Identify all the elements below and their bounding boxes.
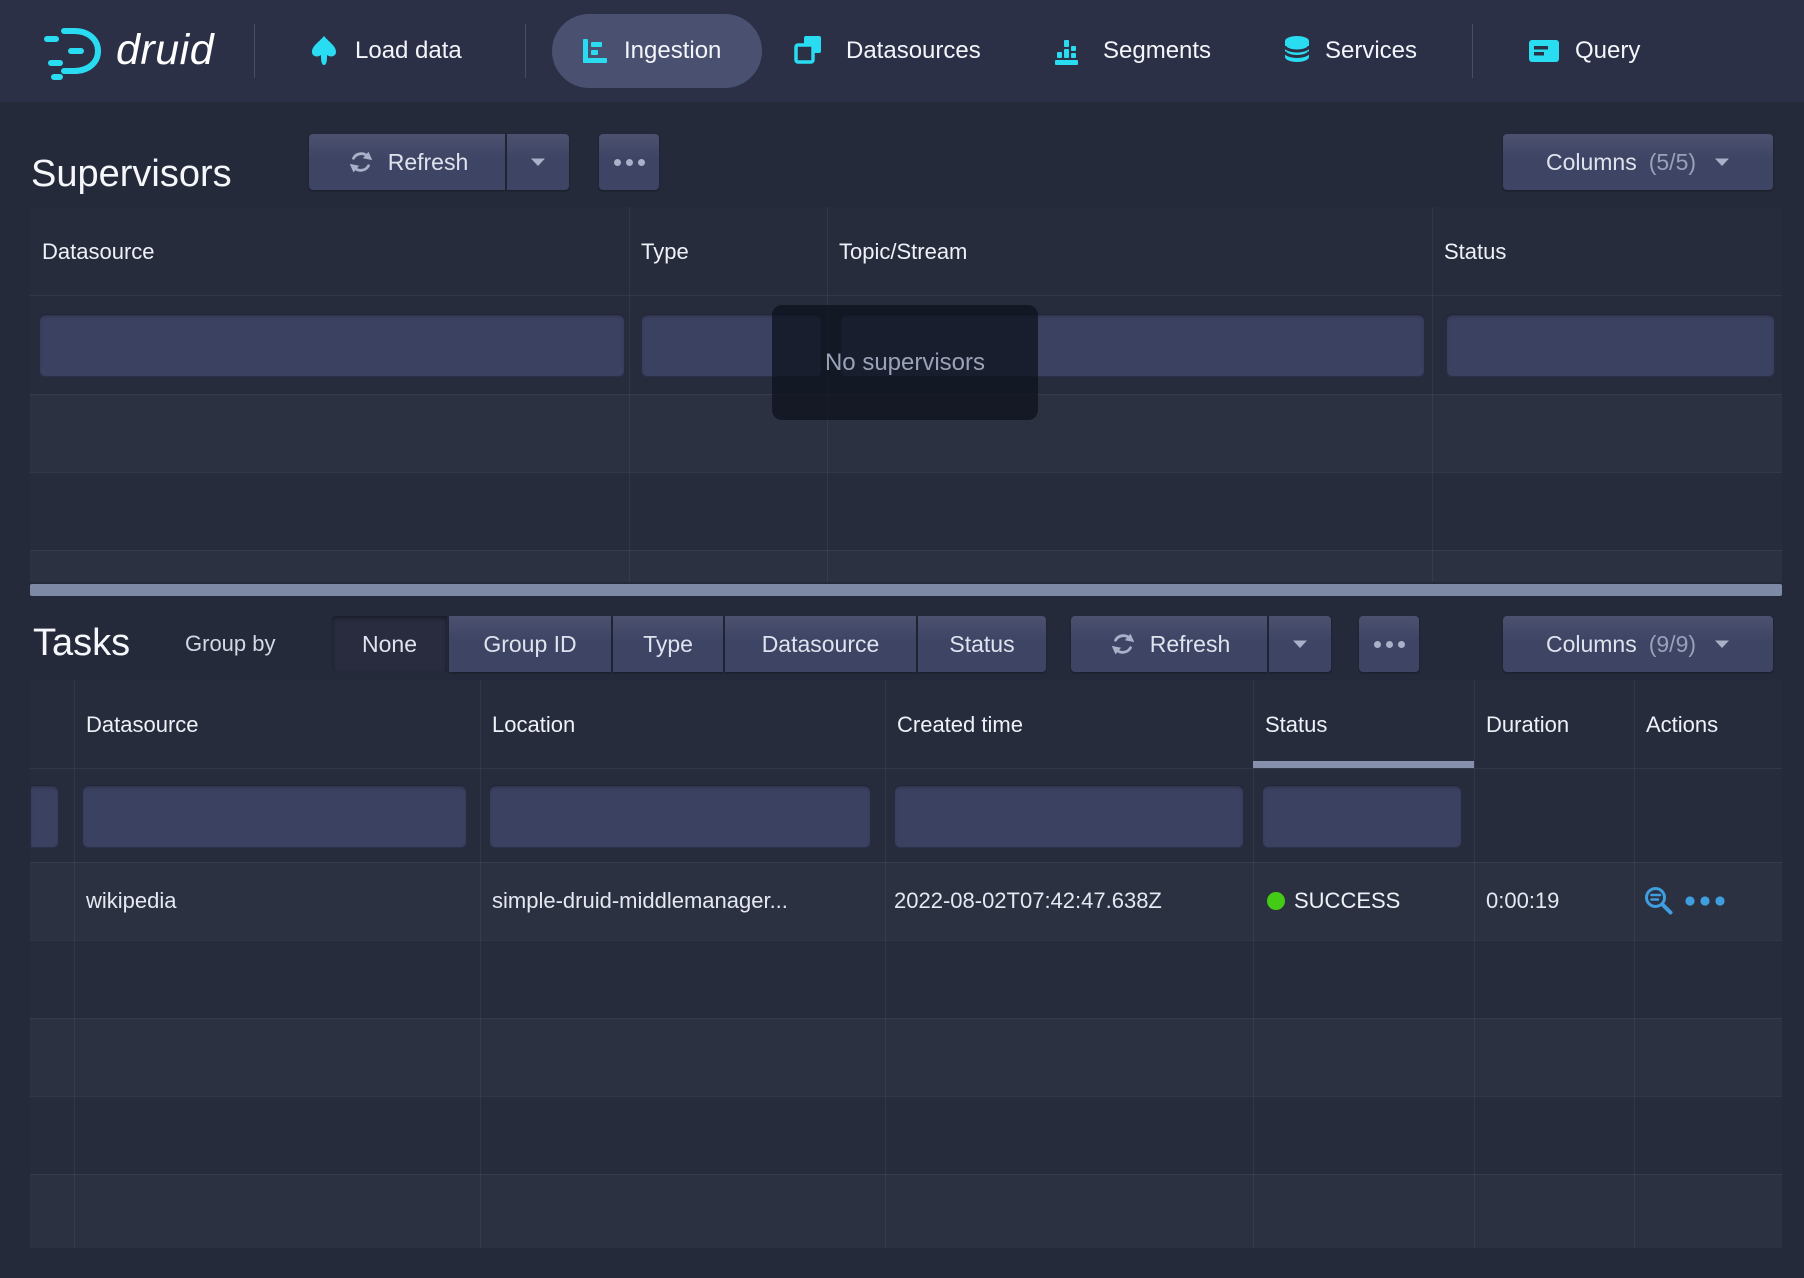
task-actions-more-icon[interactable] xyxy=(1684,895,1726,907)
upload-icon[interactable] xyxy=(306,33,342,69)
nav-item-services[interactable]: Services xyxy=(1325,0,1417,102)
tasks-header-created-time[interactable]: Created time xyxy=(897,680,1023,768)
tasks-filter-task-id-clipped[interactable] xyxy=(30,785,59,848)
more-icon xyxy=(614,159,645,166)
nav-item-ingestion[interactable]: Ingestion xyxy=(624,0,721,102)
row-divider xyxy=(30,940,1782,941)
supervisors-columns-button[interactable]: Columns (5/5) xyxy=(1503,134,1773,190)
columns-count: (9/9) xyxy=(1649,631,1696,658)
no-supervisors-message: No supervisors xyxy=(825,349,985,377)
nav-item-datasources[interactable]: Datasources xyxy=(846,0,981,102)
tasks-title: Tasks xyxy=(33,620,130,666)
tasks-filter-status[interactable] xyxy=(1262,785,1462,848)
columns-label: Columns xyxy=(1546,149,1637,176)
task-detail-magnifier-icon[interactable] xyxy=(1642,884,1676,918)
chevron-down-icon xyxy=(1292,639,1308,649)
tasks-filter-created-time[interactable] xyxy=(894,785,1244,848)
row-stripe xyxy=(30,550,1782,582)
tasks-header-status[interactable]: Status xyxy=(1265,680,1327,768)
tasks-header-location[interactable]: Location xyxy=(492,680,575,768)
chevron-down-icon xyxy=(1714,157,1730,167)
supervisors-horizontal-scrollbar[interactable] xyxy=(30,584,1782,596)
group-by-type-button[interactable]: Type xyxy=(613,616,723,672)
group-by-label: Group by xyxy=(185,616,276,672)
success-status-dot xyxy=(1267,892,1285,910)
tasks-header-datasource[interactable]: Datasource xyxy=(86,680,199,768)
supervisors-more-button[interactable] xyxy=(599,134,659,190)
nav-item-segments[interactable]: Segments xyxy=(1103,0,1211,102)
tasks-refresh-caret-button[interactable] xyxy=(1269,616,1331,672)
ingestion-icon xyxy=(580,35,612,67)
nav-divider xyxy=(1472,24,1473,78)
task-row[interactable]: wikipedia simple-druid-middlemanager... … xyxy=(30,862,1782,940)
nav-divider xyxy=(525,24,526,78)
row-divider xyxy=(30,1096,1782,1097)
supervisors-header-topic-stream[interactable]: Topic/Stream xyxy=(839,207,967,295)
task-duration-cell: 0:00:19 xyxy=(1486,862,1559,940)
column-divider xyxy=(1634,680,1635,1248)
supervisors-filter-datasource[interactable] xyxy=(39,314,625,377)
tasks-table: Datasource Location Created time Status … xyxy=(30,680,1782,1248)
druid-console-page: druid Load data Ingestion Datasources xyxy=(0,0,1804,1278)
group-by-group-id-button[interactable]: Group ID xyxy=(449,616,611,672)
column-divider xyxy=(74,680,75,1248)
column-divider xyxy=(885,680,886,1248)
chevron-down-icon xyxy=(1714,639,1730,649)
segments-icon[interactable] xyxy=(1052,35,1084,67)
supervisors-refresh-caret-button[interactable] xyxy=(507,134,569,190)
query-icon[interactable] xyxy=(1527,34,1561,68)
task-created-time-cell: 2022-08-02T07:42:47.638Z xyxy=(894,862,1162,940)
supervisors-header-status[interactable]: Status xyxy=(1444,207,1506,295)
tasks-filter-datasource[interactable] xyxy=(82,785,467,848)
nav-item-load-data[interactable]: Load data xyxy=(355,0,462,102)
refresh-label: Refresh xyxy=(1150,631,1231,658)
column-divider xyxy=(1474,680,1475,1248)
supervisors-title: Supervisors xyxy=(31,151,232,197)
no-supervisors-overlay: No supervisors xyxy=(772,305,1038,420)
refresh-icon xyxy=(346,147,376,177)
group-by-datasource-button[interactable]: Datasource xyxy=(725,616,916,672)
refresh-label: Refresh xyxy=(388,149,469,176)
druid-logo-icon[interactable] xyxy=(40,19,104,83)
more-icon xyxy=(1374,641,1405,648)
header-bottom-border xyxy=(30,768,1782,769)
supervisors-header-datasource[interactable]: Datasource xyxy=(42,207,155,295)
chevron-down-icon xyxy=(530,157,546,167)
columns-count: (5/5) xyxy=(1649,149,1696,176)
nav-item-query[interactable]: Query xyxy=(1575,0,1640,102)
nav-divider xyxy=(254,24,255,78)
group-by-status-button[interactable]: Status xyxy=(918,616,1046,672)
tasks-columns-button[interactable]: Columns (9/9) xyxy=(1503,616,1773,672)
row-stripe xyxy=(30,1174,1782,1248)
row-divider xyxy=(30,472,1782,473)
columns-label: Columns xyxy=(1546,631,1637,658)
tasks-more-button[interactable] xyxy=(1359,616,1419,672)
task-location-cell: simple-druid-middlemanager... xyxy=(492,862,788,940)
task-status-cell: SUCCESS xyxy=(1294,862,1400,940)
tasks-header-duration[interactable]: Duration xyxy=(1486,680,1569,768)
row-stripe xyxy=(30,1018,1782,1096)
header-bottom-border xyxy=(30,295,1782,296)
task-datasource-cell: wikipedia xyxy=(86,862,177,940)
services-icon[interactable] xyxy=(1279,33,1315,69)
supervisors-header-type[interactable]: Type xyxy=(641,207,689,295)
supervisors-refresh-button[interactable]: Refresh xyxy=(309,134,505,190)
group-by-none-button[interactable]: None xyxy=(332,616,447,672)
column-divider xyxy=(480,680,481,1248)
supervisors-filter-status[interactable] xyxy=(1446,314,1775,377)
tasks-refresh-button[interactable]: Refresh xyxy=(1071,616,1267,672)
status-sort-indicator xyxy=(1253,761,1474,768)
druid-logo-text[interactable]: druid xyxy=(116,0,214,102)
tasks-filter-location[interactable] xyxy=(489,785,871,848)
datasources-icon[interactable] xyxy=(791,33,827,69)
top-nav-bar: druid Load data Ingestion Datasources xyxy=(0,0,1804,102)
refresh-icon xyxy=(1108,629,1138,659)
tasks-header-actions[interactable]: Actions xyxy=(1646,680,1718,768)
supervisors-table: Datasource Type Topic/Stream Status No s… xyxy=(30,207,1782,582)
